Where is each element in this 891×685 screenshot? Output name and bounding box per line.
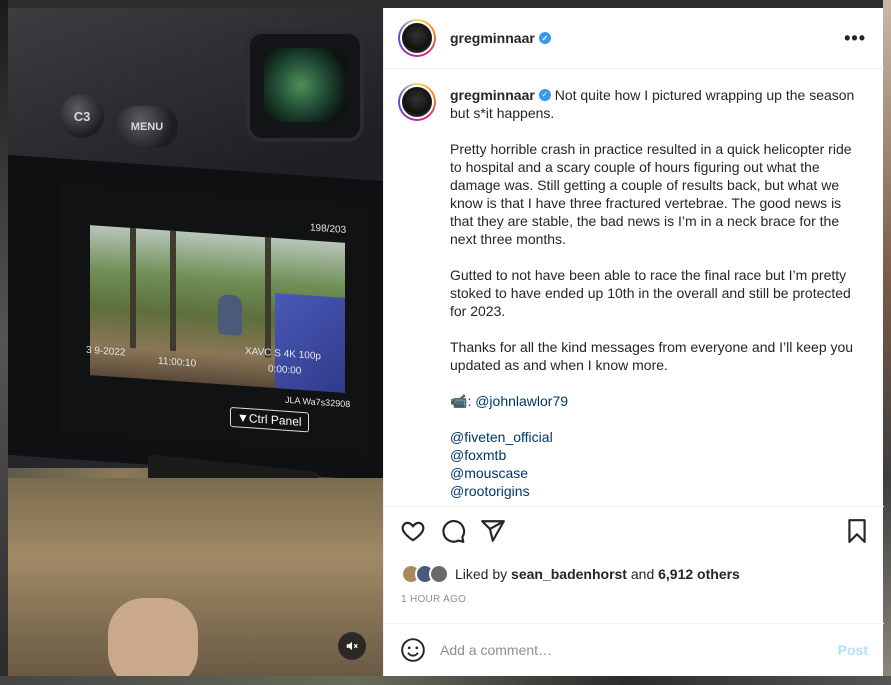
post-header: gregminnaar ✓ ••• (384, 8, 884, 69)
caption-username[interactable]: gregminnaar (450, 87, 535, 103)
verified-badge-icon: ✓ (538, 32, 551, 45)
liked-by-label: Liked by (455, 566, 508, 582)
screen-file-name: JLA Wa7s32908 (285, 394, 351, 410)
tree (170, 230, 176, 352)
caption-paragraph: Pretty horrible crash in practice result… (450, 141, 852, 247)
background-page (0, 0, 891, 8)
caption-paragraph: Thanks for all the kind messages from ev… (450, 339, 854, 373)
liker-avatar (429, 564, 449, 584)
mention-link[interactable]: @johnlawlor79 (475, 393, 568, 409)
action-bar (384, 518, 884, 550)
hand (108, 598, 198, 676)
background-page-left (0, 0, 8, 685)
avatar[interactable] (398, 19, 436, 57)
comment-input[interactable] (440, 642, 820, 658)
video-camera-icon: 📹 (450, 393, 468, 409)
likes-count[interactable]: 6,912 others (658, 566, 740, 582)
heart-icon[interactable] (400, 518, 426, 544)
mentions-list: @fiveten_official @foxmtb @mouscase @roo… (450, 428, 860, 500)
post-author-username[interactable]: gregminnaar ✓ (450, 30, 551, 46)
screen-ctrl-panel: ▼Ctrl Panel (230, 406, 309, 433)
camera-menu-button: MENU (116, 106, 178, 148)
hand-background (8, 478, 383, 676)
viewfinder-lens (264, 48, 346, 122)
mention-link[interactable]: @foxmtb (450, 446, 860, 464)
camera-viewfinder (246, 30, 364, 142)
camera-c3-button: C3 (60, 94, 104, 138)
share-icon[interactable] (480, 518, 506, 544)
mute-icon (346, 641, 358, 651)
mention-link[interactable]: @mouscase (450, 464, 860, 482)
more-options-button[interactable]: ••• (844, 28, 866, 49)
avatar-image (400, 21, 434, 55)
emoji-icon[interactable] (400, 637, 426, 663)
comment-bar: Post (384, 623, 884, 676)
background-page-right (883, 0, 891, 685)
avatar-image (400, 85, 434, 119)
screen-timecode: 0:00:00 (268, 363, 302, 377)
video-credit: 📹: @johnlawlor79 (450, 392, 860, 410)
likes-summary: Liked by sean_badenhorst and 6,912 other… (401, 564, 740, 584)
mute-button[interactable] (338, 632, 366, 660)
mention-link[interactable]: @fiveten_official (450, 428, 860, 446)
caption-avatar[interactable] (398, 83, 436, 121)
mention-link[interactable]: @rootorigins (450, 482, 860, 500)
post-comment-button[interactable]: Post (838, 642, 868, 658)
screen-video-frame (90, 225, 345, 393)
liker-avatars (401, 564, 449, 584)
camera-screen: 198/203 3 9-2022 11:00:10 XAVC S 4K 100p… (60, 182, 375, 456)
caption: gregminnaar ✓ Not quite how I pictured wr… (450, 86, 860, 506)
blue-tarp (275, 293, 345, 393)
caption-area[interactable]: gregminnaar ✓ Not quite how I pictured wr… (384, 69, 884, 507)
post-details-panel: gregminnaar ✓ ••• gregminnaar ✓ Not quite … (383, 8, 884, 676)
post-media-video[interactable]: C3 MENU 198/203 3 9-2022 11:00:10 XAVC S… (8, 8, 383, 676)
verified-badge-icon: ✓ (538, 89, 551, 102)
liked-by-user[interactable]: sean_badenhorst (511, 566, 627, 582)
and-label: and (630, 566, 655, 582)
tree (130, 227, 136, 349)
username-text[interactable]: gregminnaar (450, 30, 535, 46)
comment-icon[interactable] (440, 518, 466, 544)
caption-paragraph: Gutted to not have been able to race the… (450, 267, 851, 319)
bookmark-icon[interactable] (844, 518, 870, 544)
screen-counter: 198/203 (310, 222, 347, 236)
caption-first-paragraph: gregminnaar ✓ Not quite how I pictured wr… (450, 86, 860, 122)
post-timestamp[interactable]: 1 HOUR AGO (401, 594, 466, 605)
rider (218, 294, 242, 336)
tree (265, 237, 271, 358)
background-page-bottom (0, 676, 891, 685)
